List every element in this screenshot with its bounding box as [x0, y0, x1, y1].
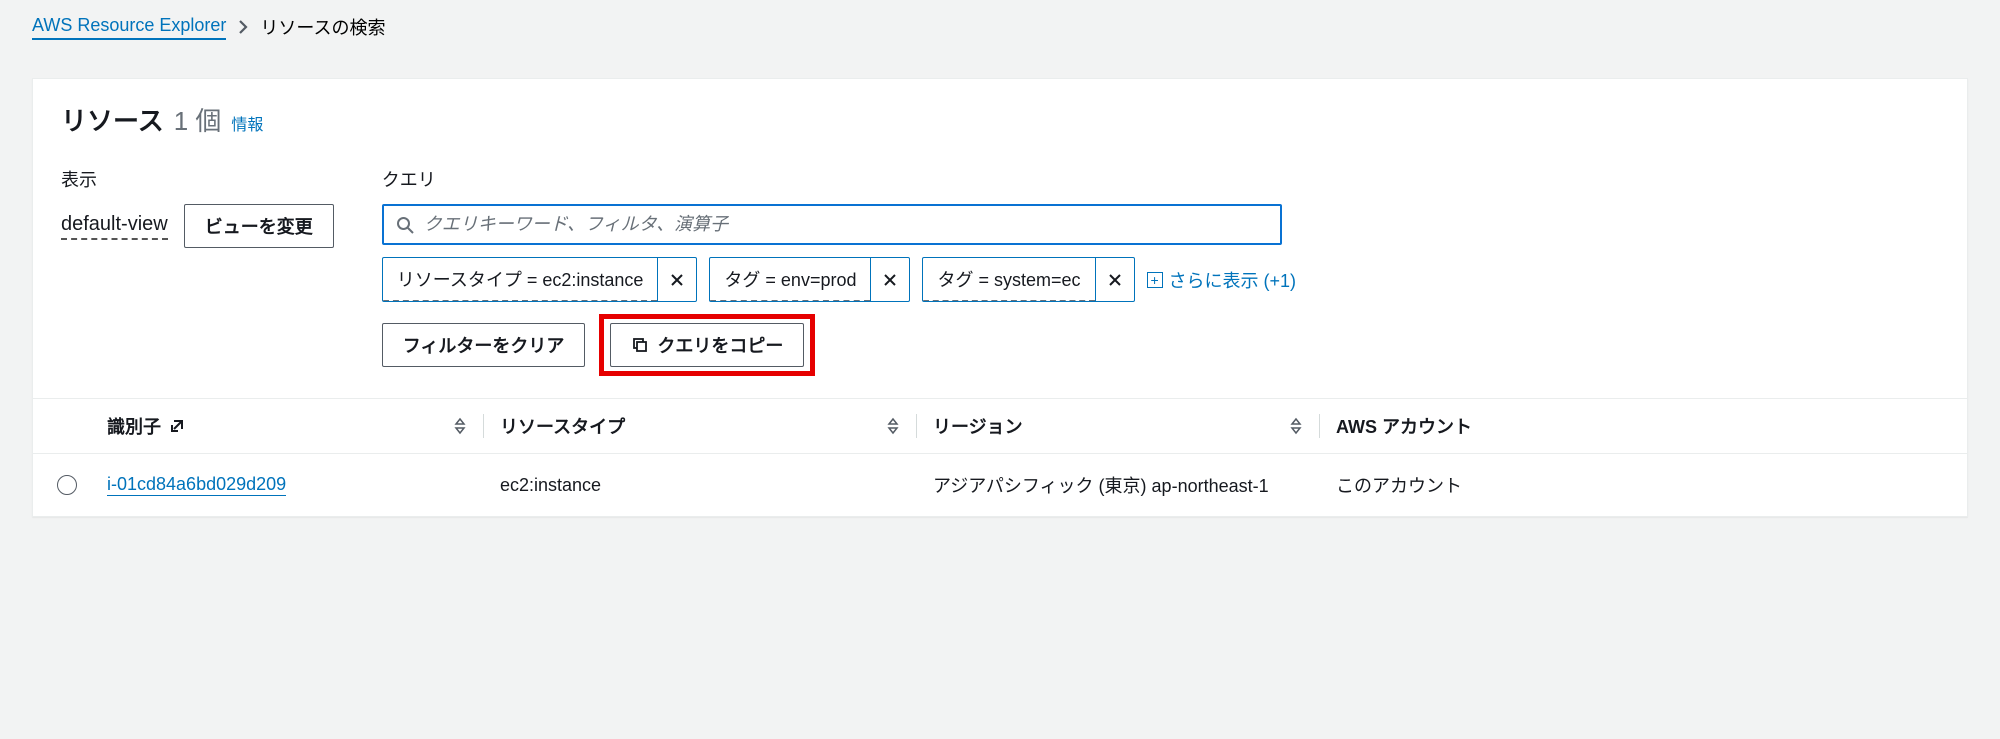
- close-icon[interactable]: [1095, 258, 1134, 301]
- row-radio[interactable]: [57, 475, 77, 495]
- resource-region-cell: アジアパシフィック (東京) ap-northeast-1: [933, 472, 1269, 498]
- info-link[interactable]: 情報: [231, 111, 263, 135]
- breadcrumb-root-link[interactable]: AWS Resource Explorer: [32, 15, 226, 40]
- filter-actions-row: フィルターをクリア クエリをコピー: [382, 314, 1939, 376]
- show-more-link[interactable]: + さらに表示 (+1): [1147, 267, 1297, 293]
- breadcrumb: AWS Resource Explorer リソースの検索: [0, 0, 2000, 54]
- filter-chip: タグ = system=ec: [922, 257, 1134, 302]
- controls-row: 表示 default-view ビューを変更 クエリ リソースタイプ = ec2…: [33, 146, 1967, 398]
- resource-type-cell: ec2:instance: [500, 475, 601, 496]
- plus-icon: +: [1147, 272, 1163, 288]
- resource-id-link[interactable]: i-01cd84a6bd029d209: [107, 474, 286, 496]
- resources-panel: リソース 1 個 情報 表示 default-view ビューを変更 クエリ: [32, 78, 1968, 517]
- resource-account-cell: このアカウント: [1336, 472, 1462, 498]
- chevron-right-icon: [238, 20, 248, 34]
- copy-query-label: クエリをコピー: [657, 332, 783, 358]
- filter-chip: タグ = env=prod: [709, 257, 910, 302]
- clear-filter-button[interactable]: フィルターをクリア: [382, 323, 586, 367]
- filter-chip-text: タグ = system=ec: [923, 258, 1094, 302]
- view-label: 表示: [61, 166, 334, 192]
- query-column: クエリ リソースタイプ = ec2:instance タグ = env=prod: [382, 166, 1939, 376]
- table-header-row: 識別子 リソースタイプ リージョン: [33, 399, 1967, 453]
- copy-icon: [631, 336, 649, 354]
- view-column: 表示 default-view ビューを変更: [61, 166, 334, 248]
- table-row: i-01cd84a6bd029d209 ec2:instance アジアパシフィ…: [33, 453, 1967, 516]
- sort-icon[interactable]: [1289, 417, 1303, 435]
- close-icon[interactable]: [657, 258, 696, 301]
- highlight-annotation: クエリをコピー: [599, 314, 815, 376]
- resource-count: 1 個: [174, 101, 222, 138]
- filter-chips-row: リソースタイプ = ec2:instance タグ = env=prod タグ …: [382, 257, 1939, 302]
- resources-table: 識別子 リソースタイプ リージョン: [33, 398, 1967, 516]
- filter-chip: リソースタイプ = ec2:instance: [382, 257, 698, 302]
- filter-chip-text: リソースタイプ = ec2:instance: [383, 258, 658, 302]
- search-field-wrap[interactable]: [382, 204, 1282, 245]
- external-link-icon: [169, 418, 185, 434]
- search-input[interactable]: [424, 214, 1268, 235]
- sort-icon[interactable]: [453, 417, 467, 435]
- query-label: クエリ: [382, 166, 1939, 192]
- page-title: リソース: [61, 101, 164, 138]
- filter-chip-text: タグ = env=prod: [710, 258, 870, 302]
- sort-icon[interactable]: [886, 417, 900, 435]
- panel-header: リソース 1 個 情報: [33, 79, 1967, 146]
- column-header-type[interactable]: リソースタイプ: [500, 413, 625, 439]
- show-more-text: さらに表示 (+1): [1169, 267, 1297, 293]
- breadcrumb-current: リソースの検索: [260, 14, 385, 40]
- search-icon: [396, 216, 414, 234]
- view-name: default-view: [61, 213, 168, 240]
- close-icon[interactable]: [870, 258, 909, 301]
- column-header-region[interactable]: リージョン: [933, 413, 1023, 439]
- change-view-button[interactable]: ビューを変更: [184, 204, 334, 248]
- column-header-account[interactable]: AWS アカウント: [1336, 413, 1472, 439]
- copy-query-button[interactable]: クエリをコピー: [610, 323, 804, 367]
- column-header-id[interactable]: 識別子: [107, 413, 161, 439]
